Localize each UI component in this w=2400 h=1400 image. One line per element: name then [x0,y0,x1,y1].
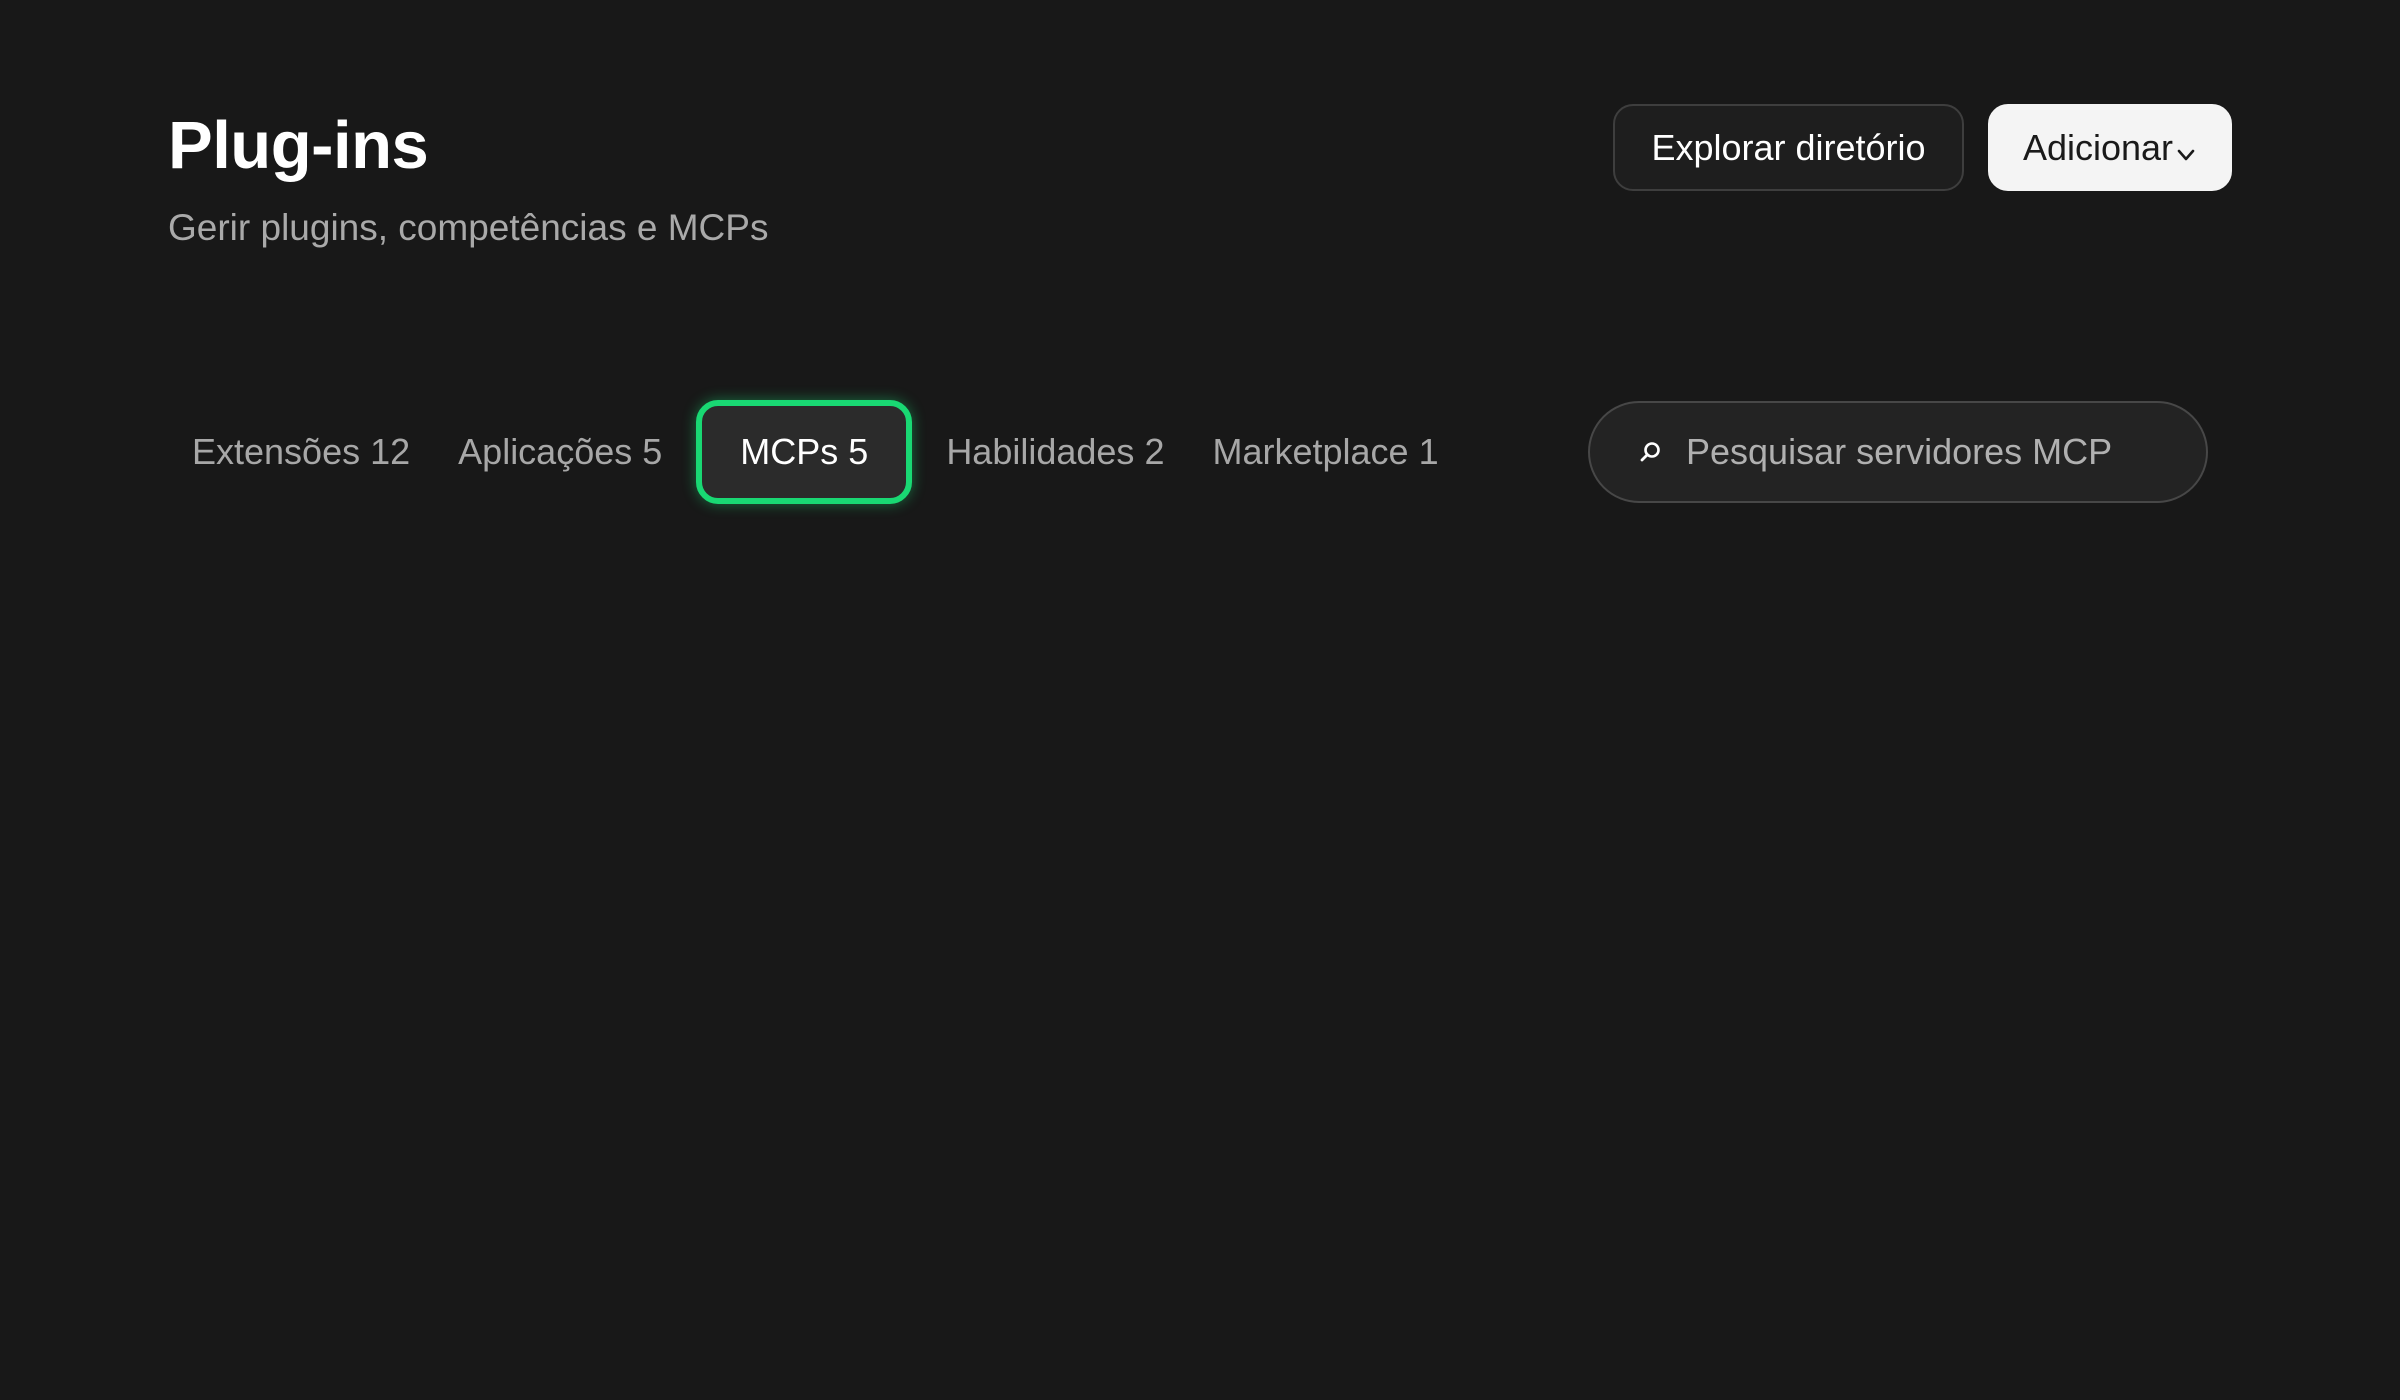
tab-mcps[interactable]: MCPs 5 [696,400,913,504]
add-button[interactable]: Adicionar [1988,104,2232,191]
explore-directory-label: Explorar diretório [1651,126,1926,168]
plugins-page: Plug-ins Gerir plugins, competências e M… [0,0,2400,1400]
tab-label: Aplicações [458,431,633,472]
search-input[interactable] [1686,431,2206,473]
page-title: Plug-ins [168,108,429,183]
tab-label: Habilidades [946,431,1135,472]
search-icon [1640,442,1660,462]
tab-count: 1 [1418,431,1439,472]
tab-skills[interactable]: Habilidades 2 [922,400,1188,504]
add-button-label: Adicionar [2022,126,2174,168]
search-box[interactable] [1588,401,2208,503]
tab-count: 5 [848,431,869,472]
tab-applications[interactable]: Aplicações 5 [434,400,686,504]
tab-label: Marketplace [1212,431,1409,472]
tab-label: MCPs [740,431,839,472]
explore-directory-button[interactable]: Explorar diretório [1613,104,1964,191]
tab-count: 5 [642,431,663,472]
tab-bar: Extensões 12 Aplicações 5 MCPs 5 Habilid… [168,400,1463,504]
tab-extensions[interactable]: Extensões 12 [168,400,434,504]
tab-label: Extensões [192,431,361,472]
tab-count: 2 [1144,431,1165,472]
tab-marketplace[interactable]: Marketplace 1 [1188,400,1462,504]
tab-count: 12 [370,431,411,472]
chevron-down-icon [2177,149,2195,160]
page-subtitle: Gerir plugins, competências e MCPs [168,207,769,248]
